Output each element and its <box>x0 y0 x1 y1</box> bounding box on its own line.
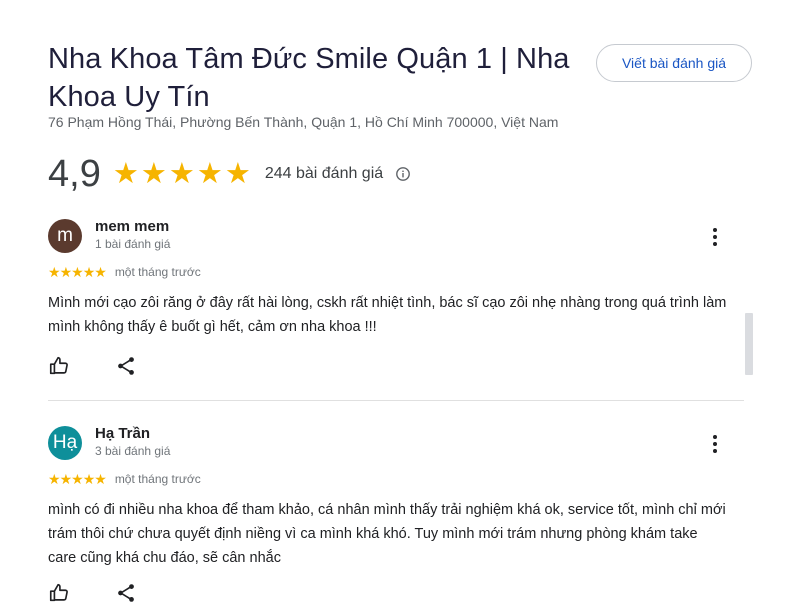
share-icon[interactable] <box>115 355 137 377</box>
share-icon[interactable] <box>115 582 137 604</box>
rating-summary: 4,9 ★ ★ ★ ★ ★ 244 bài đánh giá <box>48 152 411 196</box>
more-options-icon[interactable] <box>703 432 727 456</box>
star-icon: ★ <box>82 471 96 487</box>
review-stars: ★ ★ ★ ★ ★ một tháng trước <box>48 265 201 279</box>
star-icon: ★ <box>94 264 107 280</box>
star-icon: ★ <box>94 471 107 487</box>
review-count[interactable]: 244 bài đánh giá <box>265 165 383 183</box>
rating-stars: ★ ★ ★ ★ ★ <box>112 157 251 190</box>
star-icon: ★ <box>71 471 84 487</box>
avatar[interactable]: Hạ <box>48 426 82 460</box>
review-time: một tháng trước <box>114 265 201 279</box>
review-text: Mình mới cạo zôi răng ở đây rất hài lòng… <box>48 295 727 335</box>
business-address: 76 Phạm Hồng Thái, Phường Bến Thành, Quậ… <box>48 114 559 130</box>
star-icon: ★ <box>140 157 167 190</box>
star-icon: ★ <box>168 157 195 190</box>
star-icon: ★ <box>48 264 61 280</box>
review-stars: ★ ★ ★ ★ ★ một tháng trước <box>48 472 201 486</box>
scrollbar-thumb[interactable] <box>745 313 753 375</box>
business-title: Nha Khoa Tâm Đức Smile Quận 1 | Nha Khoa… <box>48 43 570 113</box>
star-icon: ★ <box>59 471 73 487</box>
review-time: một tháng trước <box>114 472 201 486</box>
star-icon: ★ <box>59 264 73 280</box>
star-icon: ★ <box>48 471 61 487</box>
thumbs-up-icon[interactable] <box>48 355 70 377</box>
star-icon: ★ <box>224 157 251 190</box>
star-icon: ★ <box>112 157 139 190</box>
star-icon: ★ <box>82 264 96 280</box>
rating-value: 4,9 <box>48 152 101 195</box>
divider <box>48 400 744 401</box>
write-review-button[interactable]: Viết bài đánh giá <box>596 44 752 82</box>
star-icon: ★ <box>71 264 84 280</box>
review-text: mình có đi nhiều nha khoa để tham khảo, … <box>48 502 726 566</box>
more-options-icon[interactable] <box>703 225 727 249</box>
info-icon[interactable] <box>395 166 411 182</box>
review-author-count: 1 bài đánh giá <box>95 237 171 251</box>
star-icon: ★ <box>196 157 223 190</box>
review-author[interactable]: mem mem <box>95 218 169 235</box>
avatar[interactable]: m <box>48 219 82 253</box>
review-author[interactable]: Hạ Trần <box>95 425 150 442</box>
thumbs-up-icon[interactable] <box>48 582 70 604</box>
review-author-count: 3 bài đánh giá <box>95 444 171 458</box>
